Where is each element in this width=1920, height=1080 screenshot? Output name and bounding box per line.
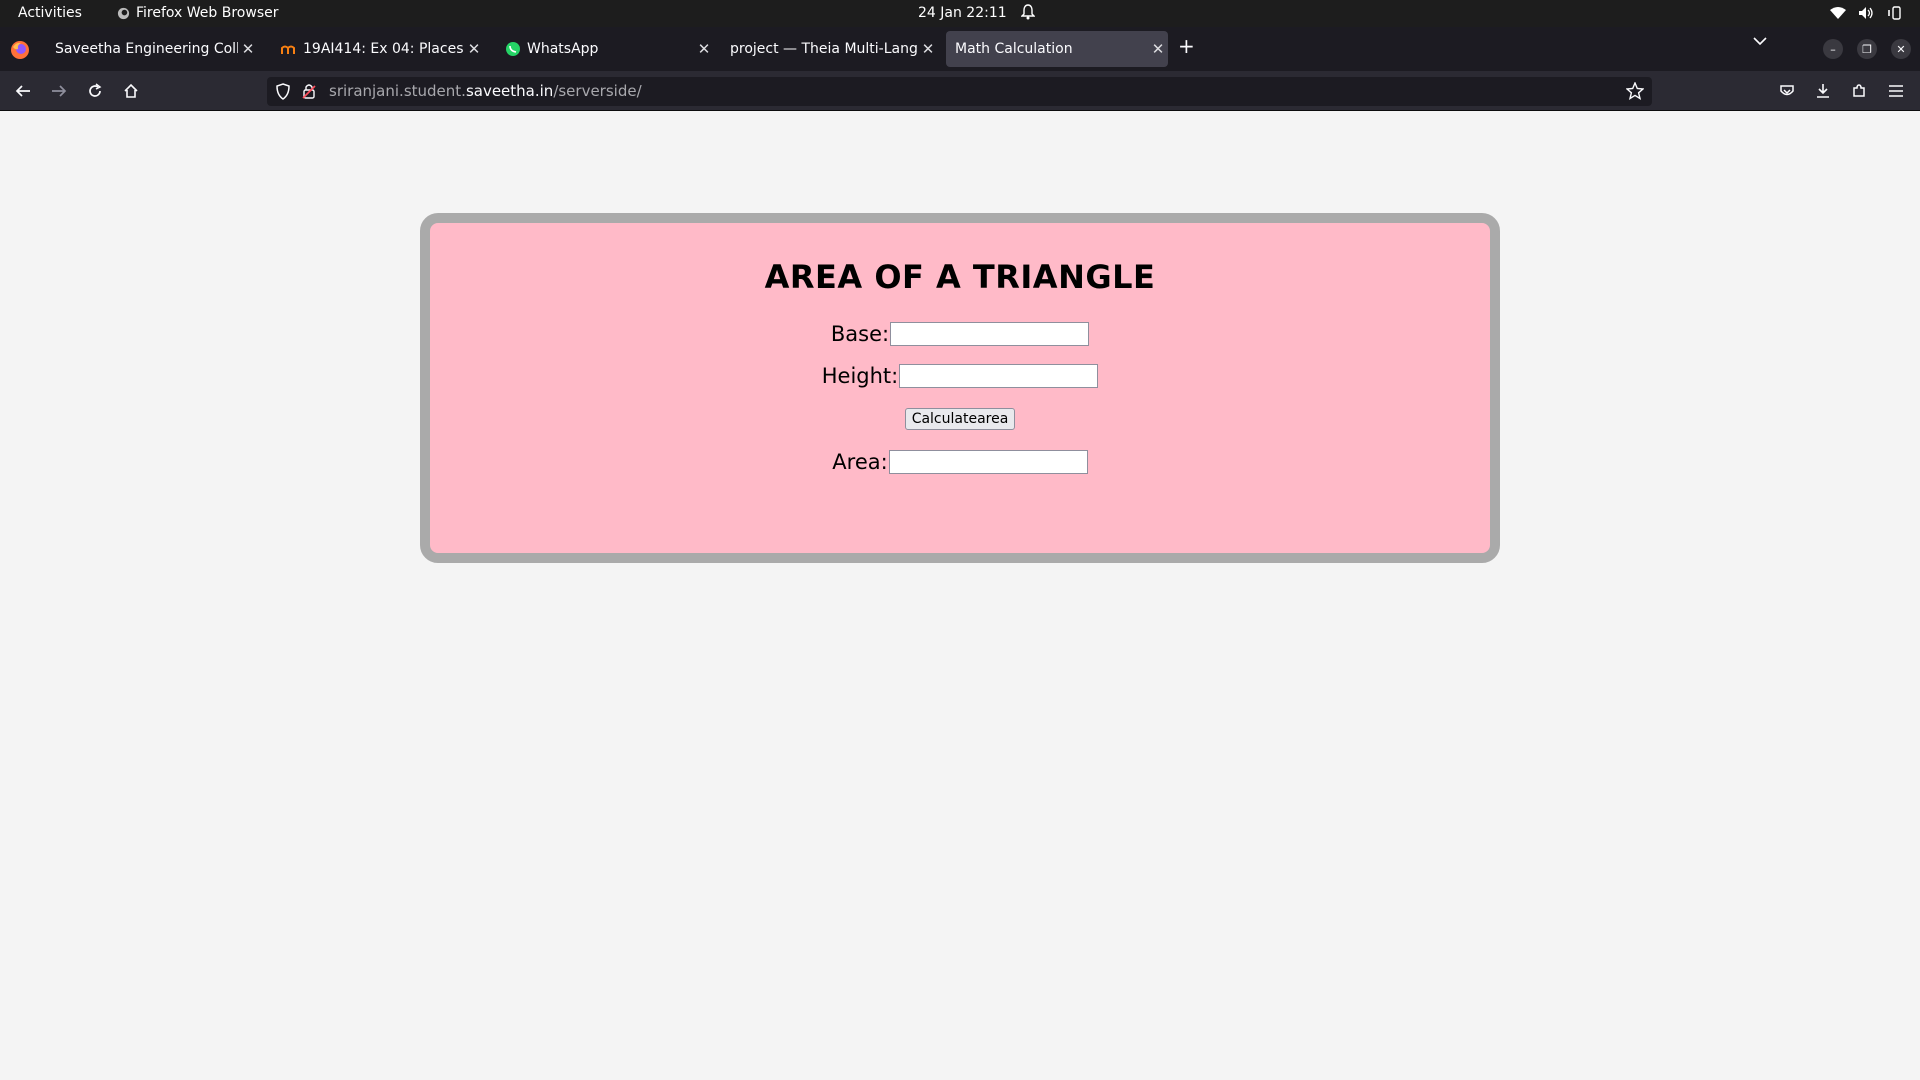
new-tab-plus-icon[interactable]: + bbox=[1178, 34, 1195, 58]
area-row: Area: bbox=[430, 450, 1490, 474]
tab-close-icon[interactable]: ✕ bbox=[238, 40, 258, 58]
insecure-lock-icon[interactable] bbox=[302, 83, 316, 100]
tracking-protection-shield-icon[interactable] bbox=[275, 83, 291, 100]
height-row: Height: bbox=[430, 364, 1490, 388]
extensions-puzzle-icon[interactable] bbox=[1848, 80, 1870, 102]
app-name: Firefox Web Browser bbox=[136, 5, 279, 21]
area-label: Area: bbox=[832, 450, 888, 474]
tab-label: WhatsApp bbox=[527, 41, 599, 57]
url-subdomain: sriranjani.student. bbox=[329, 82, 466, 100]
tab-close-icon[interactable]: ✕ bbox=[694, 40, 714, 58]
tab-label: Math Calculation bbox=[955, 41, 1073, 57]
url-domain: saveetha.in bbox=[465, 82, 554, 100]
tab-places[interactable]: 19AI414: Ex 04: Places Ar ✕ bbox=[270, 31, 484, 67]
minimize-window-icon[interactable]: – bbox=[1823, 39, 1843, 59]
page-content: AREA OF A TRIANGLE Base: Height: Calcula… bbox=[0, 111, 1920, 1080]
height-label: Height: bbox=[821, 364, 899, 388]
clock[interactable]: 24 Jan 22:11 bbox=[918, 5, 1007, 21]
tab-close-icon[interactable]: ✕ bbox=[464, 40, 484, 58]
tab-label: 19AI414: Ex 04: Places Ar bbox=[303, 41, 464, 57]
height-input[interactable] bbox=[899, 364, 1099, 388]
url-bar[interactable]: sriranjani.student.saveetha.in/serversid… bbox=[267, 77, 1652, 106]
list-all-tabs-chevron-down-icon[interactable] bbox=[1752, 36, 1768, 46]
tab-theia-project[interactable]: project — Theia Multi-Langu ✕ bbox=[718, 31, 938, 67]
forward-arrow-icon[interactable] bbox=[48, 80, 70, 102]
tab-strip: Saveetha Engineering College ✕ 19AI414: … bbox=[0, 27, 1920, 71]
button-row: Calculatearea bbox=[430, 408, 1490, 430]
url-path: /serverside/ bbox=[553, 82, 642, 100]
calculate-area-button[interactable]: Calculatearea bbox=[904, 408, 1016, 430]
hamburger-menu-icon[interactable] bbox=[1885, 80, 1907, 102]
power-icon bbox=[1888, 6, 1901, 20]
base-row: Base: bbox=[430, 322, 1490, 346]
page-title: AREA OF A TRIANGLE bbox=[764, 258, 1156, 296]
reload-icon[interactable] bbox=[84, 80, 106, 102]
restore-window-icon[interactable]: ❐ bbox=[1857, 39, 1877, 59]
base-input[interactable] bbox=[890, 322, 1090, 346]
tab-whatsapp[interactable]: WhatsApp ✕ bbox=[496, 31, 714, 67]
url-text[interactable]: sriranjani.student.saveetha.in/serversid… bbox=[329, 82, 642, 100]
moodle-favicon-icon bbox=[281, 45, 295, 54]
volume-icon bbox=[1859, 7, 1873, 19]
system-status-area[interactable] bbox=[1830, 5, 1902, 21]
whatsapp-favicon-icon bbox=[506, 42, 520, 56]
base-label: Base: bbox=[830, 322, 890, 346]
tab-close-icon[interactable]: ✕ bbox=[1148, 40, 1168, 58]
tab-label: project — Theia Multi-Langu bbox=[730, 41, 918, 57]
tab-saveetha[interactable]: Saveetha Engineering College ✕ bbox=[44, 31, 258, 67]
tab-math-calculation[interactable]: Math Calculation ✕ bbox=[946, 31, 1168, 67]
app-menu[interactable]: Firefox Web Browser bbox=[117, 5, 279, 21]
home-icon[interactable] bbox=[120, 80, 142, 102]
area-output[interactable] bbox=[888, 450, 1088, 474]
wifi-icon bbox=[1830, 6, 1846, 19]
firefox-icon bbox=[117, 7, 130, 19]
triangle-area-form-card: AREA OF A TRIANGLE Base: Height: Calcula… bbox=[420, 213, 1500, 563]
back-arrow-icon[interactable] bbox=[12, 80, 34, 102]
system-top-bar: Activities Firefox Web Browser 24 Jan 22… bbox=[0, 0, 1920, 27]
close-window-icon[interactable]: ✕ bbox=[1891, 39, 1911, 59]
tab-label: Saveetha Engineering College bbox=[55, 41, 238, 57]
firefox-view-icon[interactable] bbox=[10, 40, 30, 60]
notification-bell-icon bbox=[1021, 4, 1035, 20]
downloads-icon[interactable] bbox=[1812, 80, 1834, 102]
activities-button[interactable]: Activities bbox=[18, 5, 82, 21]
pocket-icon[interactable] bbox=[1776, 80, 1798, 102]
bookmark-star-icon[interactable] bbox=[1626, 82, 1644, 100]
navigation-toolbar: sriranjani.student.saveetha.in/serversid… bbox=[0, 71, 1920, 111]
tab-close-icon[interactable]: ✕ bbox=[918, 40, 938, 58]
